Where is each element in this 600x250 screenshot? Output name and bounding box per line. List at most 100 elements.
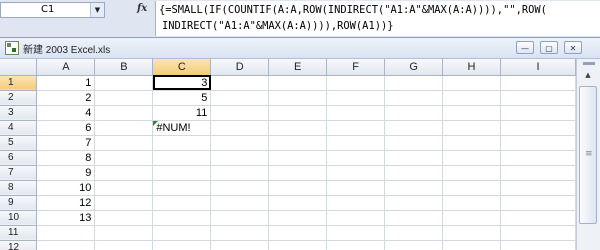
cell-h11[interactable] [442,225,501,241]
cell-d5[interactable] [210,135,270,151]
column-header-a[interactable]: A [36,59,96,76]
cell-a7[interactable]: 9 [36,165,96,181]
row-header[interactable]: 3 [0,105,38,121]
cell-i6[interactable] [500,150,576,166]
cell-i7[interactable] [500,165,576,181]
cell-c2[interactable]: 5 [152,90,212,106]
cell-i5[interactable] [500,135,576,151]
cell-f6[interactable] [326,150,386,166]
cell-c10[interactable] [152,210,212,226]
row-header[interactable]: 5 [0,135,38,151]
cell-c4[interactable]: #NUM! [152,120,212,136]
cell-h7[interactable] [442,165,501,181]
cell-d1[interactable] [210,75,270,91]
cell-b10[interactable] [94,210,154,226]
cell-a10[interactable]: 13 [36,210,96,226]
cell-h6[interactable] [442,150,501,166]
restore-button[interactable]: ▢ [540,41,558,54]
row-header[interactable]: 10 [0,210,38,226]
cell-c8[interactable] [152,180,212,196]
cell-d9[interactable] [210,195,270,211]
cell-d3[interactable] [210,105,270,121]
cell-h2[interactable] [442,90,501,106]
dropdown-arrow-icon[interactable]: ▼ [90,3,104,17]
cell-a9[interactable]: 12 [36,195,96,211]
row-header[interactable]: 7 [0,165,38,181]
cell-f11[interactable] [326,225,386,241]
cell-i4[interactable] [500,120,576,136]
cell-f2[interactable] [326,90,386,106]
cell-b6[interactable] [94,150,154,166]
cell-d11[interactable] [210,225,270,241]
cell-e1[interactable] [268,75,328,91]
cell-a3[interactable]: 4 [36,105,96,121]
cell-f10[interactable] [326,210,386,226]
cell-f1[interactable] [326,75,386,91]
cell-b3[interactable] [94,105,154,121]
column-header-g[interactable]: G [384,59,444,76]
minimize-button[interactable]: — [516,41,534,54]
cell-i2[interactable] [500,90,576,106]
scroll-thumb[interactable]: ≡ [579,86,597,224]
cell-f7[interactable] [326,165,386,181]
row-header[interactable]: 1 [0,75,38,91]
cell-c1[interactable]: 3 [152,75,212,91]
cell-b9[interactable] [94,195,154,211]
row-header[interactable]: 11 [0,225,38,241]
cell-g2[interactable] [384,90,444,106]
cell-h1[interactable] [442,75,501,91]
cell-f4[interactable] [326,120,386,136]
scroll-up-icon[interactable]: ▲ [580,68,596,82]
cell-d4[interactable] [210,120,270,136]
cell-h3[interactable] [442,105,501,121]
cell-d10[interactable] [210,210,270,226]
vertical-scrollbar[interactable]: ▲ ≡ [576,59,600,250]
formula-input[interactable]: {=SMALL(IF(COUNTIF(A:A,ROW(INDIRECT("A1:… [155,1,600,36]
title-bar[interactable]: 新建 2003 Excel.xls — ▢ ✕ [0,38,600,59]
cell-g4[interactable] [384,120,444,136]
cell-c3[interactable]: 11 [152,105,212,121]
row-header[interactable]: 4 [0,120,38,136]
cell-i9[interactable] [500,195,576,211]
cell-i8[interactable] [500,180,576,196]
cell-f9[interactable] [326,195,386,211]
cell-c9[interactable] [152,195,212,211]
cell-b4[interactable] [94,120,154,136]
cell-g11[interactable] [384,225,444,241]
cell-e2[interactable] [268,90,328,106]
cell-h5[interactable] [442,135,501,151]
cell-g5[interactable] [384,135,444,151]
cell-g3[interactable] [384,105,444,121]
row-header[interactable]: 8 [0,180,38,196]
column-header-h[interactable]: H [442,59,501,76]
name-box[interactable]: C1 ▼ [0,2,105,18]
cell-e8[interactable] [268,180,328,196]
cell-a11[interactable] [36,225,96,241]
cell-g8[interactable] [384,180,444,196]
cell-e4[interactable] [268,120,328,136]
cell-e3[interactable] [268,105,328,121]
cell-h9[interactable] [442,195,501,211]
cell-f8[interactable] [326,180,386,196]
cell-g1[interactable] [384,75,444,91]
column-header-i[interactable]: I [500,59,576,76]
cell-i10[interactable] [500,210,576,226]
cell-a1[interactable]: 1 [36,75,96,91]
cell-b11[interactable] [94,225,154,241]
cell-b7[interactable] [94,165,154,181]
column-header-e[interactable]: E [268,59,328,76]
cell-d2[interactable] [210,90,270,106]
split-handle[interactable] [583,62,595,65]
cell-a5[interactable]: 7 [36,135,96,151]
column-header-d[interactable]: D [210,59,270,76]
cell-i11[interactable] [500,225,576,241]
cell-e5[interactable] [268,135,328,151]
cell-c11[interactable] [152,225,212,241]
cell-d6[interactable] [210,150,270,166]
cell-h10[interactable] [442,210,501,226]
cell-e9[interactable] [268,195,328,211]
row-header[interactable]: 6 [0,150,38,166]
column-header-f[interactable]: F [326,59,386,76]
cell-e6[interactable] [268,150,328,166]
cell-f5[interactable] [326,135,386,151]
